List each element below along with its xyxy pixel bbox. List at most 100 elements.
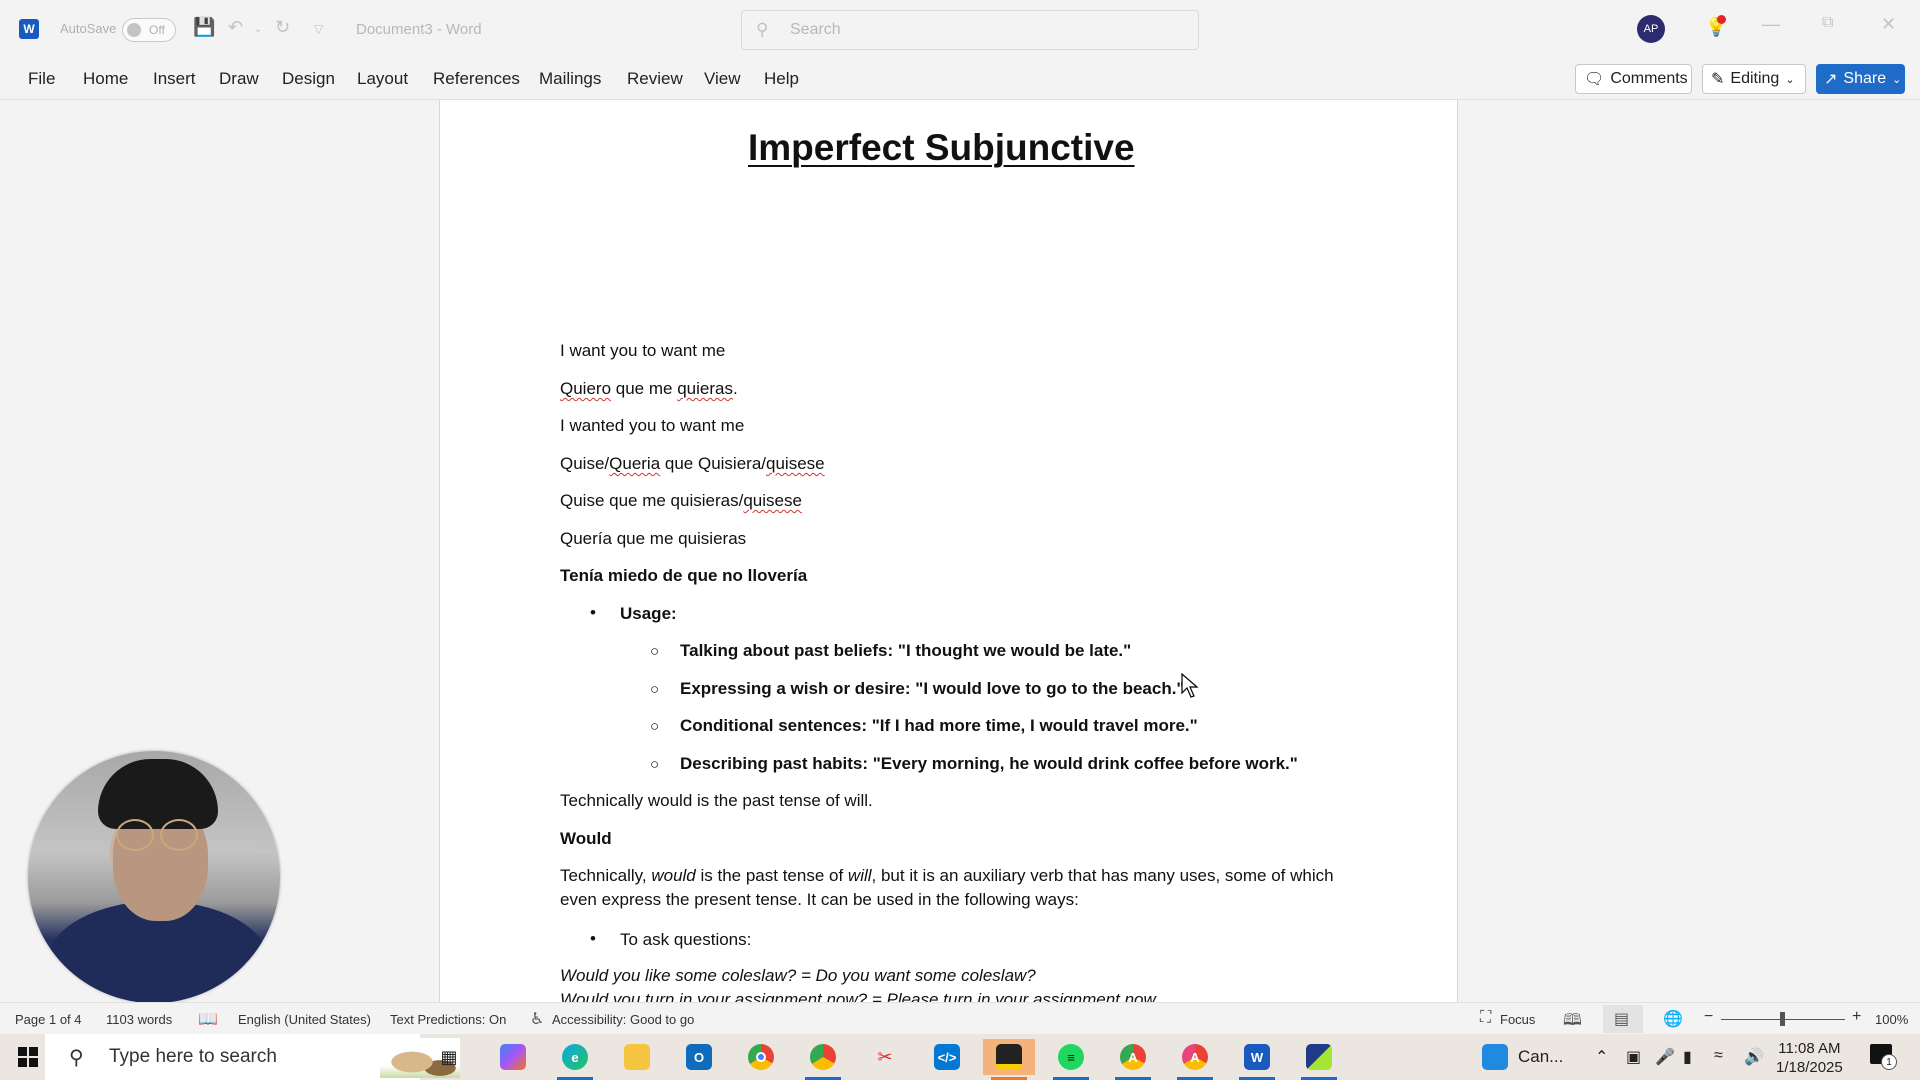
share-button[interactable]: ↗ Share ⌄ — [1816, 64, 1905, 94]
zoom-out-icon[interactable]: − — [1704, 1008, 1713, 1026]
chrome-icon[interactable] — [735, 1039, 787, 1075]
comment-icon: 🗨 — [1584, 71, 1605, 88]
focus-button[interactable]: Focus — [1500, 1012, 1535, 1027]
user-avatar[interactable]: AP — [1637, 15, 1665, 43]
minimize-icon[interactable]: — — [1762, 14, 1780, 35]
document-page[interactable]: Imperfect Subjunctive I want you to want… — [439, 100, 1458, 1002]
battery-icon[interactable]: ▮ — [1683, 1047, 1692, 1067]
microphone-icon[interactable]: 🎤 — [1655, 1047, 1675, 1067]
tab-home[interactable]: Home — [83, 69, 128, 89]
zoom-level[interactable]: 100% — [1875, 1012, 1908, 1027]
zoom-in-icon[interactable]: + — [1852, 1008, 1861, 1026]
webcam-overlay[interactable] — [28, 751, 280, 1003]
tab-review[interactable]: Review — [627, 69, 683, 89]
chevron-down-icon: ⌄ — [1785, 73, 1795, 86]
search-input[interactable] — [790, 19, 1170, 41]
list-item: Describing past habits: "Every morning, … — [680, 754, 1298, 773]
tab-insert[interactable]: Insert — [153, 69, 196, 89]
canva-app-icon[interactable] — [1293, 1039, 1345, 1080]
redo-icon[interactable]: ↻ — [275, 17, 290, 38]
volume-icon[interactable]: 🔊 — [1744, 1047, 1764, 1067]
editing-mode-button[interactable]: ✎ Editing ⌄ — [1702, 64, 1806, 94]
tab-layout[interactable]: Layout — [357, 69, 408, 89]
search-box[interactable]: ⚲ — [741, 10, 1199, 50]
example-sentence: Would you turn in your assignment now? =… — [560, 990, 1160, 1002]
paragraph: Quería que me quisieras — [560, 529, 747, 548]
text-predictions-status[interactable]: Text Predictions: On — [390, 1012, 506, 1027]
zoom-slider-thumb[interactable] — [1780, 1012, 1785, 1026]
chrome-profile-a2-icon[interactable]: A — [1169, 1039, 1221, 1080]
spelling-error[interactable]: Queria — [609, 454, 660, 473]
page-count[interactable]: Page 1 of 4 — [15, 1012, 82, 1027]
tab-draw[interactable]: Draw — [219, 69, 259, 89]
proofing-icon[interactable]: 📖 — [198, 1009, 218, 1029]
chrome-profile-icon[interactable] — [797, 1039, 849, 1080]
edge-icon[interactable]: e — [549, 1039, 601, 1080]
file-explorer-icon[interactable] — [611, 1039, 663, 1075]
section-heading: Would — [560, 829, 612, 848]
vscode-icon[interactable]: </> — [921, 1039, 973, 1075]
close-icon[interactable]: ✕ — [1881, 14, 1896, 35]
undo-dropdown-icon[interactable]: ⌄ — [254, 24, 262, 35]
spelling-error[interactable]: quieras — [677, 379, 733, 398]
example-sentence: Would you like some coleslaw? = Do you w… — [560, 966, 1036, 985]
autosave-toggle[interactable]: Off — [122, 18, 176, 42]
undo-icon[interactable]: ↶ — [228, 17, 243, 38]
spotify-icon[interactable]: ≡ — [1045, 1039, 1097, 1080]
circle-bullet-icon: ○ — [650, 756, 660, 773]
print-layout-icon[interactable]: ▤ — [1614, 1009, 1629, 1029]
paragraph: Quiero que me quieras. — [560, 379, 738, 398]
show-hidden-icons[interactable]: ⌃ — [1595, 1047, 1608, 1067]
spelling-error[interactable]: Quiero — [560, 379, 611, 398]
camera-icon[interactable]: ▣ — [1626, 1047, 1641, 1067]
chrome-profile-a-icon[interactable]: A — [1107, 1039, 1159, 1080]
windows-start-icon[interactable] — [18, 1047, 38, 1067]
search-icon: ⚲ — [756, 20, 769, 39]
outlook-icon[interactable]: O — [673, 1039, 725, 1075]
circle-bullet-icon: ○ — [650, 643, 660, 660]
title-bar: W AutoSave Off 💾 ↶ ⌄ ↻ ▽ Document3 - Wor… — [0, 0, 1920, 58]
tab-help[interactable]: Help — [764, 69, 799, 89]
accessibility-status[interactable]: Accessibility: Good to go — [552, 1012, 694, 1027]
comments-button[interactable]: 🗨 Comments — [1575, 64, 1692, 94]
taskbar-search[interactable]: ⚲ — [45, 1034, 460, 1080]
paragraph: Quise/Queria que Quisiera/quisese — [560, 454, 825, 473]
language-status[interactable]: English (United States) — [238, 1012, 371, 1027]
mouse-cursor-icon — [1181, 673, 1199, 698]
web-layout-icon[interactable]: 🌐 — [1663, 1009, 1683, 1029]
restore-icon[interactable]: ⧉ — [1822, 14, 1833, 32]
pencil-icon: ✎ — [1711, 71, 1725, 88]
taskbar-search-input[interactable] — [109, 1046, 349, 1068]
taskbar: ⚲ ▦ e O ✂ </> ≡ A A W Can... ⌃ ▣ 🎤 ▮ ≈ 🔊… — [0, 1034, 1920, 1080]
bullet-icon: • — [590, 603, 596, 622]
copilot-icon[interactable] — [487, 1039, 539, 1075]
snipping-tool-icon[interactable]: ✂ — [859, 1039, 911, 1075]
save-icon[interactable]: 💾 — [193, 17, 215, 38]
word-count[interactable]: 1103 words — [106, 1012, 172, 1027]
spelling-error[interactable]: quisese — [743, 491, 802, 510]
system-clock[interactable]: 11:08 AM 1/18/2025 — [1776, 1039, 1843, 1077]
clock-date: 1/18/2025 — [1776, 1059, 1843, 1076]
read-mode-icon[interactable]: 🕮 — [1563, 1009, 1582, 1036]
list-item: Usage: — [620, 604, 677, 623]
task-view-icon[interactable]: ▦ — [423, 1039, 475, 1075]
tab-references[interactable]: References — [433, 69, 520, 89]
document-title: Document3 - Word — [356, 21, 482, 38]
canva-widget-label[interactable]: Can... — [1518, 1047, 1563, 1067]
spelling-error[interactable]: quisese — [766, 454, 825, 473]
bullet-icon: • — [590, 929, 596, 948]
tab-mailings[interactable]: Mailings — [539, 69, 601, 89]
tab-view[interactable]: View — [704, 69, 741, 89]
wifi-icon[interactable]: ≈ — [1714, 1047, 1723, 1065]
tab-file[interactable]: File — [28, 69, 55, 89]
sticky-notes-icon[interactable] — [983, 1039, 1035, 1080]
tab-design[interactable]: Design — [282, 69, 335, 89]
autosave-state: Off — [149, 23, 165, 37]
word-taskbar-icon[interactable]: W — [1231, 1039, 1283, 1080]
customize-qat-icon[interactable]: ▽ — [314, 22, 323, 36]
accessibility-icon[interactable]: ♿ — [530, 1009, 544, 1029]
search-icon: ⚲ — [69, 1047, 84, 1069]
focus-icon[interactable]: ⛶ — [1480, 1009, 1491, 1027]
widgets-icon[interactable] — [1480, 1039, 1510, 1075]
notification-dot — [1717, 15, 1726, 24]
